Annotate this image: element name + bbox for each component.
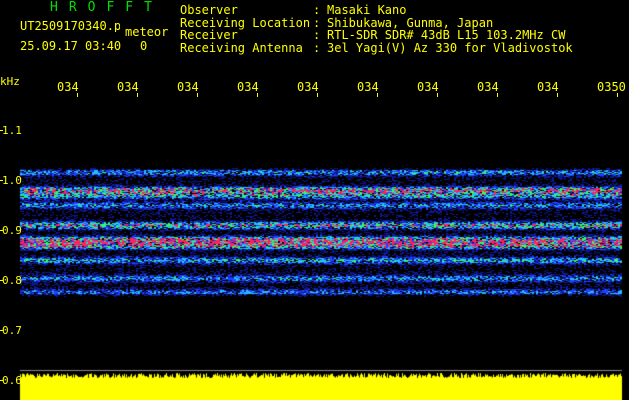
time-tick-label: 0350 [597, 80, 627, 94]
info-colon: : [313, 42, 320, 54]
y-unit: kHz [0, 76, 20, 88]
info-value: 3el Yagi(V) Az 330 for Vladivostok [327, 42, 573, 54]
time-tick-mark [197, 93, 198, 97]
time-tick-label: 0348 [477, 80, 499, 94]
time-tick-mark [437, 93, 438, 97]
time-tick-label: 0346 [357, 80, 379, 94]
info-value: Shibukawa, Gunma, Japan [327, 17, 493, 29]
freq-tick-label: 0.8 [2, 274, 22, 287]
time-tick-mark [77, 93, 78, 97]
freq-tick-mark [0, 180, 3, 181]
time-tick-label: 0347 [417, 80, 439, 94]
freq-tick-mark [0, 230, 3, 231]
time-tick-label: 0341 [57, 80, 79, 94]
datetime: 25.09.17 03:40 [20, 40, 121, 52]
freq-tick-label: 0.6 [2, 374, 22, 387]
info-colon: : [313, 17, 320, 29]
info-colon: : [313, 29, 320, 41]
time-tick-label: 0343 [177, 80, 199, 94]
freq-tick-mark [0, 130, 3, 131]
time-tick-mark [557, 93, 558, 97]
app-title: HROFFT [50, 2, 163, 14]
time-tick-mark [617, 93, 618, 97]
info-label: Receiving Location [180, 17, 310, 29]
info-label: Receiving Antenna [180, 42, 303, 54]
freq-tick-label: 0.7 [2, 324, 22, 337]
time-tick-label: 0344 [237, 80, 259, 94]
freq-tick-mark [0, 330, 3, 331]
time-tick-mark [497, 93, 498, 97]
info-label: Observer [180, 4, 238, 16]
time-tick-label: 0349 [537, 80, 559, 94]
file-name: UT2509170340.png [20, 20, 120, 32]
info-label: Receiver [180, 29, 238, 41]
time-tick-label: 0342 [117, 80, 139, 94]
freq-tick-mark [0, 280, 3, 281]
info-value: Masaki Kano [327, 4, 406, 16]
freq-tick-label: 1.0 [2, 174, 22, 187]
time-tick-mark [137, 93, 138, 97]
time-tick-mark [317, 93, 318, 97]
info-value: RTL-SDR SDR# 43dB L15 103.2MHz CW [327, 29, 565, 41]
time-tick-label: 0345 [297, 80, 319, 94]
time-tick-mark [257, 93, 258, 97]
freq-tick-mark [0, 380, 3, 381]
info-colon: : [313, 4, 320, 16]
freq-tick-label: 0.9 [2, 224, 22, 237]
spectrogram [0, 100, 629, 400]
time-tick-mark [377, 93, 378, 97]
count: 0 [140, 40, 147, 52]
detection-tag: meteor [125, 26, 168, 38]
freq-tick-label: 1.1 [2, 124, 22, 137]
hrofft-window: HROFFT UT2509170340.png meteor 25.09.17 … [0, 0, 629, 400]
